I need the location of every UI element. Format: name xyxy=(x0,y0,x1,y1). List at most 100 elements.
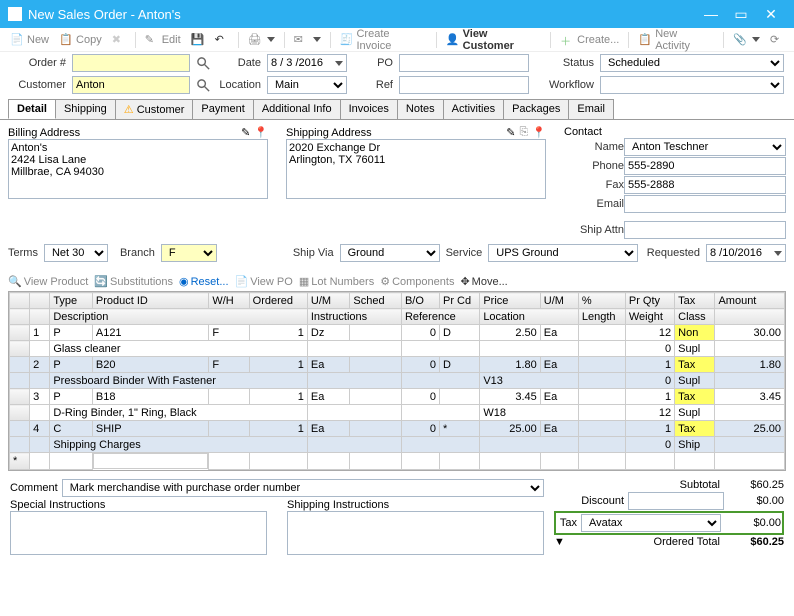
substitutions-button[interactable]: 🔄 Substitutions xyxy=(94,275,173,288)
table-row-desc[interactable]: Pressboard Binder With FastenerV130Supl xyxy=(10,373,785,389)
main-toolbar: 📄New 📋Copy ✖ ✎Edit 💾 ↶ 🖨 ✉ 🧾Create Invoi… xyxy=(0,28,794,52)
create-invoice-button[interactable]: 🧾Create Invoice xyxy=(336,26,431,54)
tab-additional-info[interactable]: Additional Info xyxy=(253,99,341,119)
workflow-select[interactable] xyxy=(600,76,784,94)
tab-shipping[interactable]: Shipping xyxy=(55,99,116,119)
save-button[interactable]: 💾 xyxy=(187,31,209,49)
copy-button[interactable]: 📋Copy xyxy=(55,31,106,49)
workflow-label: Workflow xyxy=(538,79,594,91)
reset-button[interactable]: ◉ Reset... xyxy=(179,275,229,288)
billing-edit-icon[interactable]: ✎ xyxy=(241,126,250,139)
delete-button[interactable]: ✖ xyxy=(108,31,130,49)
table-row[interactable]: 2PB20F1Ea0D1.80Ea1Tax1.80 xyxy=(10,357,785,373)
customer-input[interactable] xyxy=(72,76,190,94)
shipping-address-block: Shipping Address ✎ ⎘ 📍 xyxy=(286,126,546,240)
tab-email[interactable]: Email xyxy=(568,99,614,119)
tab-notes[interactable]: Notes xyxy=(397,99,444,119)
title-bar: New Sales Order - Anton's — ▭ ✕ xyxy=(0,0,794,28)
header-row-2: Customer Location Main Ref Workflow xyxy=(0,74,794,96)
close-button[interactable]: ✕ xyxy=(756,6,786,23)
create-menu-button[interactable]: ＋Create... xyxy=(556,31,623,49)
status-select[interactable]: Scheduled xyxy=(600,54,784,72)
special-instructions-label: Special Instructions xyxy=(10,499,267,511)
contact-name-select[interactable]: Anton Teschner xyxy=(624,138,786,156)
tax-scheme-select[interactable]: Avatax xyxy=(581,514,721,532)
service-label: Service xyxy=(446,247,483,259)
line-items-grid[interactable]: TypeProduct IDW/HOrderedU/MSchedB/OPr Cd… xyxy=(8,291,786,471)
comment-label: Comment xyxy=(10,482,58,494)
shipping-instructions-label: Shipping Instructions xyxy=(287,499,544,511)
undo-button[interactable]: ↶ xyxy=(211,31,233,49)
lot-numbers-button[interactable]: ▦ Lot Numbers xyxy=(299,275,374,288)
print-button[interactable]: 🖨 xyxy=(244,31,279,49)
email-label: Email xyxy=(564,198,624,210)
special-instructions-text[interactable] xyxy=(10,511,267,555)
totals-area: Comment Mark merchandise with purchase o… xyxy=(0,475,794,562)
table-row-new[interactable]: *... xyxy=(10,453,785,470)
table-row-desc[interactable]: Glass cleaner0Supl xyxy=(10,341,785,357)
tab-customer[interactable]: ⚠ Customer xyxy=(115,99,194,119)
view-po-button[interactable]: 📄 View PO xyxy=(235,275,293,288)
customer-search-icon[interactable] xyxy=(196,78,211,93)
minimize-button[interactable]: — xyxy=(696,6,726,22)
attachment-button[interactable]: 📎 xyxy=(729,31,764,49)
fax-label: Fax xyxy=(564,179,624,191)
requested-date[interactable]: 8 /10/2016 xyxy=(706,244,786,262)
components-button[interactable]: ⚙ Components xyxy=(380,275,454,288)
grid-header-2: DescriptionInstructionsReferenceLocation… xyxy=(10,309,785,325)
shipattn-input[interactable] xyxy=(624,221,786,239)
order-input[interactable] xyxy=(72,54,190,72)
shipvia-select[interactable]: Ground xyxy=(340,244,440,262)
shipping-address-text[interactable] xyxy=(286,139,546,199)
totals-expander[interactable]: ▼ xyxy=(554,536,565,548)
table-row-desc[interactable]: Shipping Charges0Ship xyxy=(10,437,785,453)
new-button[interactable]: 📄New xyxy=(6,31,53,49)
ordered-total-value: $60.25 xyxy=(724,536,784,548)
branch-select[interactable]: F xyxy=(161,244,217,262)
shipping-pin-icon[interactable]: 📍 xyxy=(532,126,546,139)
shipping-edit-icon[interactable]: ✎ xyxy=(506,126,515,139)
po-input[interactable] xyxy=(399,54,529,72)
tax-row-highlighted: Tax Avatax $0.00 xyxy=(554,511,784,535)
date-input[interactable]: 8 / 3 /2016 xyxy=(267,54,347,72)
contact-phone-input[interactable] xyxy=(624,157,786,175)
ref-input[interactable] xyxy=(399,76,529,94)
billing-address-block: Billing Address ✎ 📍 xyxy=(8,126,268,240)
terms-select[interactable]: Net 30 xyxy=(44,244,108,262)
table-row[interactable]: 3PB181Ea03.45Ea1Tax3.45 xyxy=(10,389,785,405)
email-button[interactable]: ✉ xyxy=(290,31,325,49)
shipping-copy-icon[interactable]: ⎘ xyxy=(519,126,528,139)
tab-packages[interactable]: Packages xyxy=(503,99,569,119)
new-activity-button[interactable]: 📋New Activity xyxy=(634,26,718,54)
header-row-1: Order # Date 8 / 3 /2016 PO Status Sched… xyxy=(0,52,794,74)
billing-label: Billing Address xyxy=(8,127,237,139)
discount-value: $0.00 xyxy=(724,495,784,507)
po-label: PO xyxy=(353,57,393,69)
contact-email-input[interactable] xyxy=(624,195,786,213)
service-select[interactable]: UPS Ground xyxy=(488,244,638,262)
table-row-desc[interactable]: D-Ring Binder, 1" Ring, BlackW1812Supl xyxy=(10,405,785,421)
shipping-instructions-text[interactable] xyxy=(287,511,544,555)
tab-payment[interactable]: Payment xyxy=(192,99,253,119)
contact-fax-input[interactable] xyxy=(624,176,786,194)
branch-label: Branch xyxy=(120,247,155,259)
shipvia-label: Ship Via xyxy=(293,247,334,259)
view-product-button[interactable]: 🔍 View Product xyxy=(8,275,88,288)
table-row[interactable]: 4CSHIP1Ea0*25.00Ea1Tax25.00 xyxy=(10,421,785,437)
tab-activities[interactable]: Activities xyxy=(443,99,504,119)
move-button[interactable]: ✥ Move... xyxy=(460,275,507,288)
name-label: Name xyxy=(564,141,624,153)
billing-address-text[interactable] xyxy=(8,139,268,199)
edit-button[interactable]: ✎Edit xyxy=(141,31,185,49)
tab-invoices[interactable]: Invoices xyxy=(340,99,398,119)
tab-detail[interactable]: Detail xyxy=(8,99,56,119)
location-select[interactable]: Main xyxy=(267,76,347,94)
tab-strip: Detail Shipping ⚠ Customer Payment Addit… xyxy=(0,99,794,119)
table-row[interactable]: 1PA121F1Dz0D2.50Ea12Non30.00 xyxy=(10,325,785,341)
order-search-icon[interactable] xyxy=(196,56,211,71)
refresh-button[interactable]: ⟳ xyxy=(766,31,788,49)
billing-pin-icon[interactable]: 📍 xyxy=(254,126,268,139)
maximize-button[interactable]: ▭ xyxy=(726,6,756,23)
comment-select[interactable]: Mark merchandise with purchase order num… xyxy=(62,479,544,497)
view-customer-button[interactable]: 👤View Customer xyxy=(442,26,545,54)
